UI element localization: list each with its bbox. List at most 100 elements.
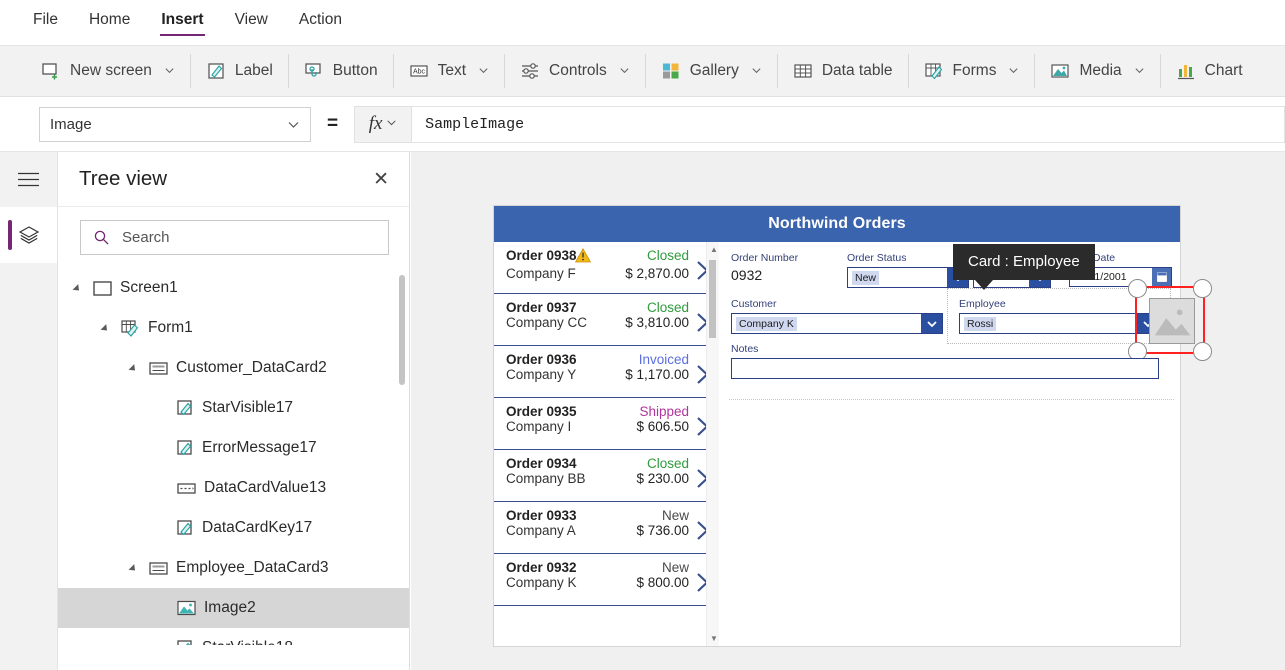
new-screen-icon [41, 61, 61, 81]
datacard-icon [149, 361, 168, 376]
notes-input[interactable] [731, 358, 1159, 379]
tree-node-form1[interactable]: Form1 [58, 308, 409, 348]
search-box[interactable] [80, 220, 389, 255]
gallery-item[interactable]: Order 0938 Closed Company F $ 2,870.00 [494, 242, 719, 294]
ribbon-button-controls[interactable]: Controls [507, 46, 643, 96]
expand-caret-icon[interactable] [130, 363, 141, 374]
gallery-item[interactable]: Order 0932 New Company K $ 800.00 [494, 554, 719, 606]
close-icon[interactable]: ✕ [373, 170, 389, 189]
ribbon-button-new-screen[interactable]: New screen [28, 46, 188, 96]
button-icon [304, 61, 324, 81]
gallery-item-company: Company A [506, 523, 576, 538]
ribbon-button-button[interactable]: Button [291, 46, 391, 96]
ribbon-button-forms[interactable]: Forms [911, 46, 1033, 96]
tree-node-screen1[interactable]: Screen1 [58, 268, 409, 308]
orders-gallery[interactable]: Order 0938 Closed Company F $ 2,870.00 Order… [494, 242, 719, 646]
chevron-down-icon[interactable] [164, 65, 175, 78]
order-detail-form[interactable]: Order Number 0932 Order Status New Date … [719, 242, 1212, 646]
gallery-scrollbar[interactable]: ▲ ▼ [706, 242, 719, 646]
gallery-item-order: Order 0933 [506, 508, 577, 523]
menu-item-file[interactable]: File [32, 9, 59, 36]
tree-view-rail-tab[interactable] [0, 207, 57, 263]
label-control-icon [177, 519, 194, 537]
menu-item-view[interactable]: View [234, 9, 269, 36]
gallery-item[interactable]: Order 0936 Invoiced Company Y $ 1,170.00 [494, 346, 719, 398]
menu-item-label: View [234, 11, 268, 28]
property-select[interactable]: Image [39, 106, 311, 142]
tree-scrollbar[interactable] [399, 275, 405, 385]
expand-caret-icon[interactable] [102, 323, 113, 334]
caret-placeholder [158, 643, 169, 646]
gallery-item[interactable]: Order 0933 New Company A $ 736.00 [494, 502, 719, 554]
expand-caret-icon[interactable] [130, 563, 141, 574]
employee-value: Rossi [964, 316, 997, 331]
scroll-down-arrow[interactable]: ▼ [710, 634, 718, 643]
ribbon-button-label[interactable]: Label [193, 46, 286, 96]
ribbon-button-chart[interactable]: Chart [1163, 46, 1256, 96]
hamburger-menu-button[interactable] [0, 152, 57, 207]
gallery-item-status: New [661, 560, 689, 575]
warning-icon [574, 247, 591, 266]
chevron-down-icon[interactable] [478, 65, 489, 78]
ribbon-button-media[interactable]: Media [1037, 46, 1157, 96]
order-status-dropdown[interactable]: New [847, 267, 969, 288]
gallery-icon [661, 61, 681, 81]
field-employee: Employee Rossi [959, 298, 1159, 334]
menu-item-action[interactable]: Action [298, 9, 343, 36]
menu-item-insert[interactable]: Insert [160, 9, 205, 36]
gallery-scroll-thumb[interactable] [709, 260, 716, 338]
tree-node-starvisible18[interactable]: StarVisible18 [58, 628, 409, 645]
formula-input[interactable]: SampleImage [412, 105, 1285, 143]
app-canvas[interactable]: Northwind Orders Order 0938 Closed Company… [411, 152, 1285, 670]
chevron-down-icon[interactable] [1134, 65, 1145, 78]
menu-item-label: File [33, 11, 58, 28]
calendar-icon[interactable] [1152, 268, 1171, 286]
dropdown-control-icon [177, 482, 196, 495]
field-notes: Notes [731, 343, 1159, 379]
chevron-down-icon[interactable] [619, 65, 630, 78]
ribbon-button-data-table[interactable]: Data table [780, 46, 906, 96]
tree-node-starvisible17[interactable]: StarVisible17 [58, 388, 409, 428]
tree-node-employee_datacard3[interactable]: Employee_DataCard3 [58, 548, 409, 588]
tree-node-errormessage17[interactable]: ErrorMessage17 [58, 428, 409, 468]
resize-handle-bottom-right[interactable] [1193, 342, 1212, 361]
ribbon-button-text[interactable]: Abc Text [396, 46, 502, 96]
resize-handle-top-right[interactable] [1193, 279, 1212, 298]
chevron-down-icon[interactable] [751, 65, 762, 78]
order-number-label: Order Number [731, 252, 799, 264]
gallery-item-company: Company K [506, 575, 577, 590]
customer-dropdown[interactable]: Company K [731, 313, 943, 334]
gallery-item-status: Invoiced [638, 352, 689, 367]
ribbon-button-gallery[interactable]: Gallery [648, 46, 775, 96]
scroll-up-arrow[interactable]: ▲ [710, 245, 718, 254]
resize-handle-top-left[interactable] [1128, 279, 1147, 298]
ribbon-button-label: Text [437, 62, 467, 79]
employee-dropdown[interactable]: Rossi [959, 313, 1159, 334]
svg-text:Abc: Abc [413, 69, 426, 76]
ribbon-button-label: Chart [1204, 62, 1243, 79]
chevron-down-icon [287, 118, 300, 131]
formula-text: SampleImage [425, 115, 525, 133]
tree-node-image2[interactable]: Image2 [58, 588, 409, 628]
gallery-item-amount: $ 1,170.00 [625, 367, 689, 382]
ribbon-separator [392, 54, 394, 88]
gallery-item[interactable]: Order 0934 Closed Company BB $ 230.00 [494, 450, 719, 502]
menu-item-home[interactable]: Home [88, 9, 131, 36]
fx-button[interactable]: fx [354, 105, 413, 143]
chevron-down-icon[interactable] [1008, 65, 1019, 78]
tree-node-datacardkey17[interactable]: DataCardKey17 [58, 508, 409, 548]
tree-node-customer_datacard2[interactable]: Customer_DataCard2 [58, 348, 409, 388]
tree-node-datacardvalue13[interactable]: DataCardValue13 [58, 468, 409, 508]
controls-icon [520, 61, 540, 81]
gallery-item[interactable]: Order 0937 Closed Company CC $ 3,810.00 [494, 294, 719, 346]
ribbon-button-label: Media [1079, 62, 1122, 79]
employee-label: Employee [959, 298, 1006, 310]
chevron-down-icon[interactable] [921, 314, 942, 333]
tree-node-label: DataCardKey17 [202, 519, 313, 536]
tree-node-list[interactable]: Screen1 Form1 Customer_DataCard2 StarVisibl… [58, 268, 409, 645]
gallery-item[interactable]: Order 0935 Shipped Company I $ 606.50 [494, 398, 719, 450]
expand-caret-icon[interactable] [74, 283, 85, 294]
search-input[interactable] [120, 228, 388, 247]
text-icon: Abc [409, 61, 429, 81]
tree-node-label: ErrorMessage17 [202, 439, 317, 456]
